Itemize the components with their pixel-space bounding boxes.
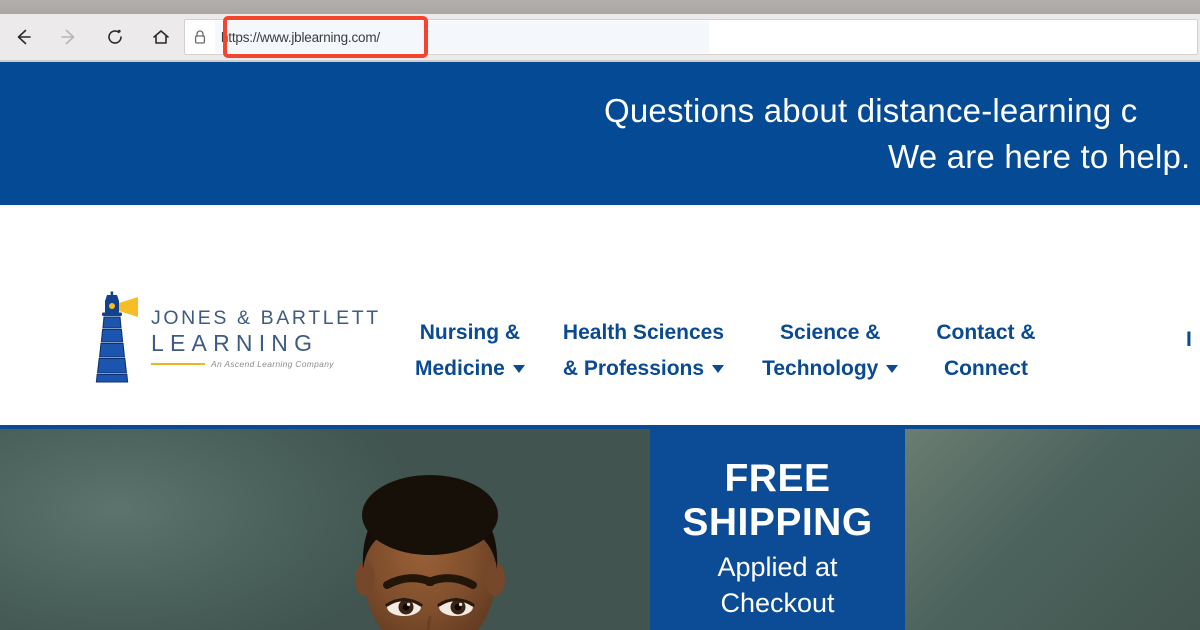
logo-line-1: JONES & BARTLETT [151, 306, 381, 330]
nav-item-health-sciences-professions[interactable]: Health Sciences & Professions [544, 315, 743, 387]
lock-icon [185, 29, 215, 45]
refresh-button[interactable] [92, 14, 138, 60]
nav-label-line2: Connect [944, 351, 1028, 387]
nav-item-science-technology[interactable]: Science & Technology [743, 315, 917, 387]
promo-line-4: Checkout [720, 585, 834, 621]
nav-label-line2-row: & Professions [563, 351, 724, 387]
logo-wordmark: JONES & BARTLETT LEARNING An Ascend Lear… [151, 306, 381, 369]
logo-rule [151, 363, 205, 365]
chevron-down-icon[interactable] [712, 365, 724, 373]
nav-label-line2: Medicine [415, 351, 505, 387]
promo-line-3: Applied at [717, 549, 837, 585]
primary-nav: Nursing & Medicine Health Sciences & Pro… [396, 315, 1055, 387]
refresh-icon [104, 26, 126, 48]
nav-item-nursing-medicine[interactable]: Nursing & Medicine [396, 315, 544, 387]
promo-line-1: FREE [724, 457, 830, 501]
promo-line-2: SHIPPING [682, 501, 872, 545]
screenshot-root: Home ✕ + [0, 0, 1200, 630]
address-bar[interactable]: https://www.jblearning.com/ [184, 19, 1198, 55]
tab-strip: Home ✕ + [0, 0, 1200, 14]
hero-photo-right [905, 429, 1200, 630]
nav-label-line2-row: Medicine [415, 351, 525, 387]
lighthouse-icon [92, 291, 144, 383]
logo-tagline: An Ascend Learning Company [211, 359, 334, 369]
student-portrait-photo [305, 457, 555, 630]
arrow-left-icon [12, 26, 34, 48]
nav-label-line1: Health Sciences [563, 315, 724, 351]
arrow-right-icon [58, 26, 80, 48]
site-logo[interactable]: JONES & BARTLETT LEARNING An Ascend Lear… [92, 291, 381, 383]
nav-item-contact-connect[interactable]: Contact & Connect [917, 315, 1054, 387]
nav-label-line2-row: Connect [944, 351, 1028, 387]
nav-label-line2: & Professions [563, 351, 704, 387]
nav-label-line1: Contact & [936, 315, 1035, 351]
nav-label-line2: Technology [762, 351, 878, 387]
distance-learning-banner[interactable]: Questions about distance-learning c We a… [0, 62, 1200, 205]
hero-section: FREE SHIPPING Applied at Checkout [0, 429, 1200, 630]
free-shipping-promo[interactable]: FREE SHIPPING Applied at Checkout [650, 429, 905, 630]
back-button[interactable] [0, 14, 46, 60]
address-bar-empty-area[interactable] [709, 21, 1197, 53]
browser-toolbar: https://www.jblearning.com/ [0, 14, 1200, 60]
chevron-down-icon[interactable] [513, 365, 525, 373]
hero-photo [0, 429, 650, 630]
chevron-down-icon[interactable] [886, 365, 898, 373]
url-text: https://www.jblearning.com/ [221, 30, 380, 45]
banner-headline: Questions about distance-learning c [0, 88, 1200, 134]
home-button[interactable] [138, 14, 184, 60]
logo-tagline-row: An Ascend Learning Company [151, 359, 381, 369]
banner-subline: We are here to help. [0, 134, 1200, 180]
home-icon [150, 26, 172, 48]
browser-chrome: Home ✕ + [0, 0, 1200, 62]
nav-label-line1: Science & [780, 315, 880, 351]
url-input[interactable]: https://www.jblearning.com/ [215, 21, 709, 53]
banner-text-group: Questions about distance-learning c We a… [0, 62, 1200, 205]
nav-label-line2-row: Technology [762, 351, 898, 387]
nav-label-line1: Nursing & [420, 315, 520, 351]
forward-button[interactable] [46, 14, 92, 60]
nav-item-clipped[interactable]: I [1186, 322, 1200, 358]
logo-line-2: LEARNING [151, 330, 381, 357]
